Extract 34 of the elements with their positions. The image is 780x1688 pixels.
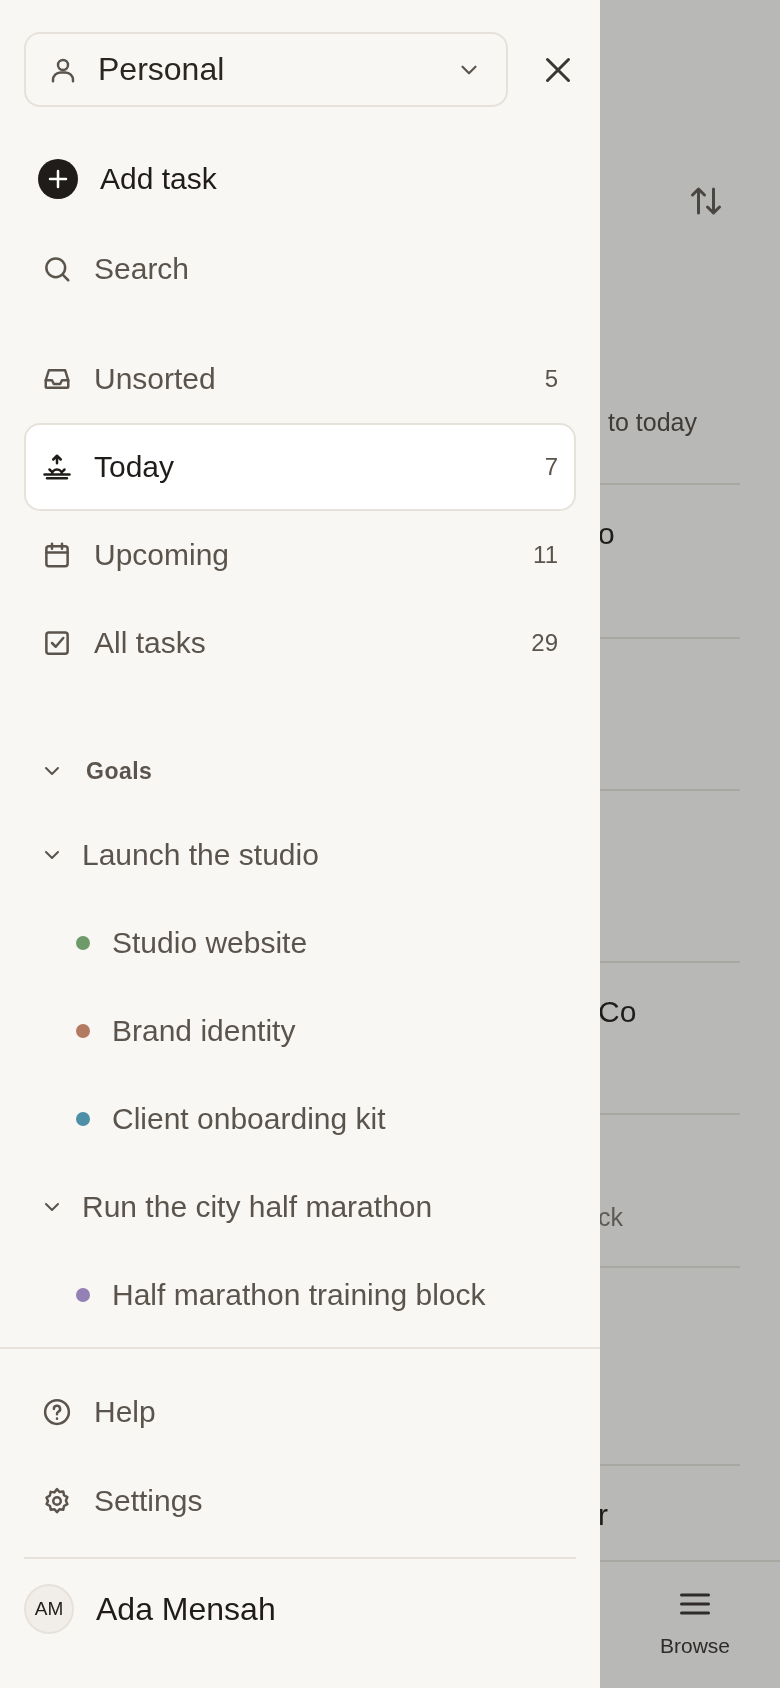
- help-icon: [42, 1396, 72, 1427]
- browse-tab[interactable]: Browse: [610, 1562, 780, 1688]
- search-icon: [42, 254, 72, 284]
- user-profile[interactable]: AM Ada Mensah: [24, 1559, 576, 1659]
- task-text: r: [600, 1498, 608, 1532]
- goal-item[interactable]: Launch the studio: [24, 811, 576, 899]
- search-button[interactable]: Search: [24, 223, 576, 315]
- count-label: 7: [544, 453, 558, 481]
- goals-header[interactable]: Goals: [24, 731, 576, 811]
- count-label: 29: [531, 629, 558, 657]
- count-label: 11: [533, 541, 558, 569]
- nav-item[interactable]: All tasks 29: [24, 599, 576, 687]
- add-task-button[interactable]: Add task: [24, 135, 576, 223]
- settings-icon: [42, 1485, 72, 1516]
- checkbox-icon: [42, 628, 72, 658]
- task-text: o: [600, 517, 615, 551]
- workspace-switcher[interactable]: Personal: [24, 32, 508, 107]
- header-text: to today: [608, 408, 697, 437]
- nav-item[interactable]: Upcoming 11: [24, 511, 576, 599]
- sunrise-icon: [42, 452, 72, 482]
- goal-item[interactable]: Run the city half marathon: [24, 1163, 576, 1251]
- avatar: AM: [24, 1584, 74, 1634]
- project-item[interactable]: Client onboarding kit: [24, 1075, 576, 1163]
- nav-item[interactable]: Today 7: [24, 423, 576, 511]
- project-item[interactable]: Half marathon training block: [24, 1251, 576, 1339]
- project-item[interactable]: Studio website: [24, 899, 576, 987]
- nav-item[interactable]: Unsorted 5: [24, 335, 576, 423]
- calendar-icon: [42, 540, 72, 570]
- count-label: 5: [544, 365, 558, 393]
- project-item[interactable]: Brand identity: [24, 987, 576, 1075]
- footer-link[interactable]: Help: [24, 1367, 576, 1456]
- task-text: Co: [600, 995, 637, 1029]
- plus-icon: [38, 159, 78, 199]
- footer-link[interactable]: Settings: [24, 1456, 576, 1545]
